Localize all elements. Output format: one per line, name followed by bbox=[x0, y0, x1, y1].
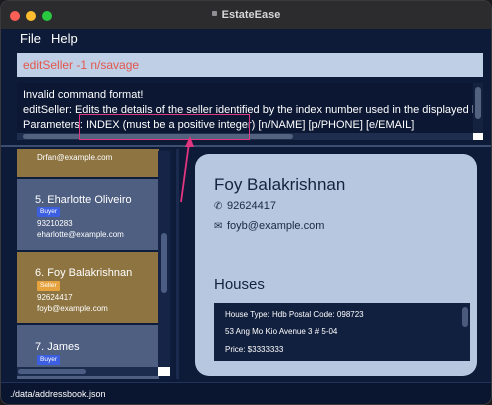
annotation-arrow bbox=[180, 136, 194, 203]
app-window: EstateEase File Help Invalid command for… bbox=[0, 0, 492, 405]
annotation-arrow-line bbox=[180, 142, 190, 203]
annotation-arrowhead bbox=[185, 136, 194, 147]
